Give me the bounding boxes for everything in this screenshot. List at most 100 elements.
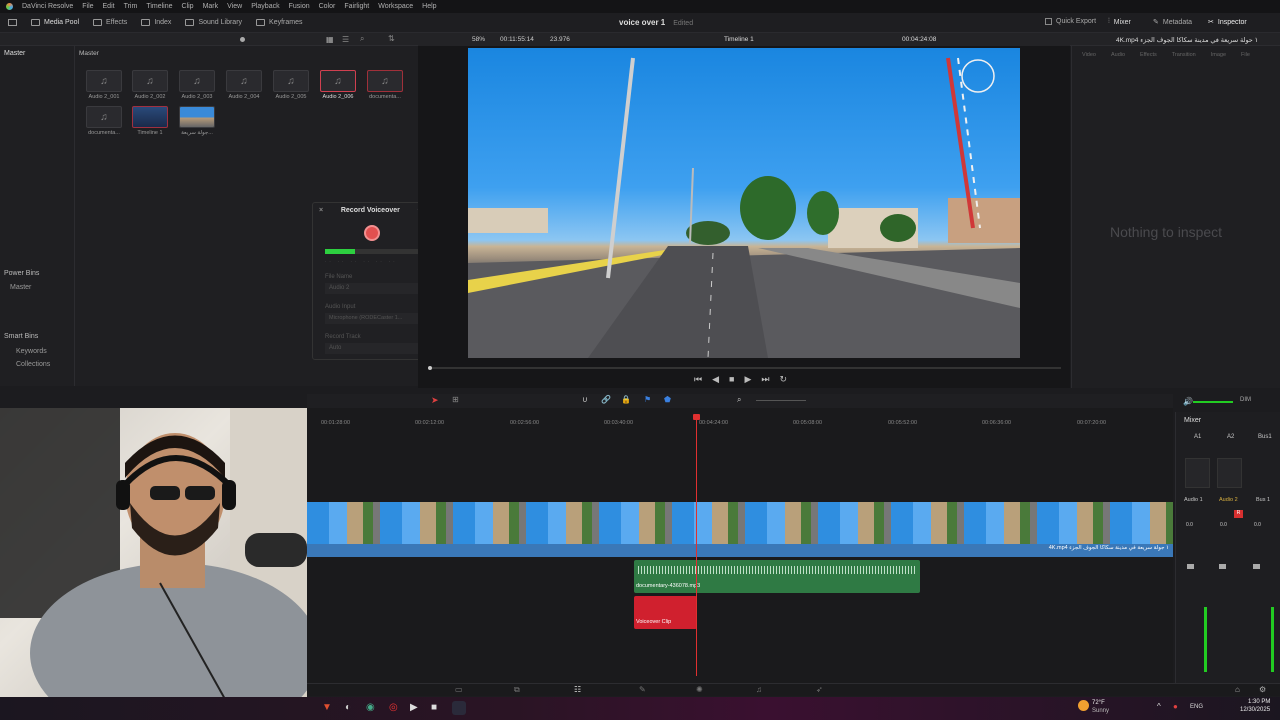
color-page-icon[interactable]: ✺: [696, 685, 703, 694]
zoom-level[interactable]: 58%: [472, 36, 485, 43]
clip-documentary-2[interactable]: ♫ documenta...: [86, 106, 122, 148]
marker-icon[interactable]: ⬟: [664, 395, 671, 404]
grid-view-icon[interactable]: ▦: [326, 35, 334, 44]
panel-toggle-icon[interactable]: [8, 19, 17, 26]
tab-video[interactable]: Video: [1082, 52, 1096, 58]
stop-icon[interactable]: ■: [729, 374, 744, 384]
obs-icon[interactable]: ◐: [345, 702, 351, 713]
brave-browser-icon[interactable]: ▼: [322, 702, 332, 713]
video-preview[interactable]: [468, 48, 1020, 358]
clock-date[interactable]: 12/30/2025: [1240, 707, 1270, 713]
loop-icon[interactable]: ↻: [780, 374, 798, 384]
clip-timeline-1[interactable]: Timeline 1: [132, 106, 168, 148]
playhead-handle[interactable]: [693, 414, 700, 420]
speaker-icon[interactable]: 🔊: [1183, 397, 1193, 406]
trim-tool-icon[interactable]: ⊞: [452, 395, 459, 404]
tab-file[interactable]: File: [1241, 52, 1250, 58]
playhead[interactable]: [696, 416, 697, 676]
menu-mark[interactable]: Mark: [203, 3, 219, 10]
clip-documentary-1[interactable]: ♫ documenta...: [367, 70, 403, 112]
media-pool-button[interactable]: Media Pool: [31, 13, 79, 33]
file-name-field[interactable]: Audio 2: [325, 283, 421, 294]
timeline-name[interactable]: Timeline 1: [724, 36, 754, 43]
list-view-icon[interactable]: ☰: [342, 35, 349, 44]
fader-a2[interactable]: [1219, 564, 1226, 569]
zoom-slider[interactable]: [756, 400, 806, 401]
step-back-icon[interactable]: ◀: [712, 374, 729, 384]
play-icon[interactable]: ▶: [744, 374, 761, 384]
deliver-page-icon[interactable]: ➶: [816, 685, 823, 694]
media-page-icon[interactable]: ▭: [455, 685, 463, 694]
viewer-scrubber[interactable]: [428, 367, 1061, 369]
eq-slot-a2[interactable]: [1217, 458, 1242, 488]
video-clip[interactable]: 4K.mp4 ١ جولة سريعة في مدينة سكاكا الجوف…: [307, 502, 1173, 557]
menu-edit[interactable]: Edit: [103, 3, 115, 10]
index-button[interactable]: Index: [141, 13, 171, 33]
clip-audio-006[interactable]: ♫ Audio 2_006: [320, 70, 356, 112]
metadata-button[interactable]: ✎ Metadata: [1153, 18, 1192, 27]
smart-bin-collections[interactable]: Collections: [12, 357, 54, 372]
edit-page-icon[interactable]: ☷: [574, 685, 581, 694]
menu-playback[interactable]: Playback: [251, 3, 279, 10]
sort-icon[interactable]: ⇅: [388, 34, 395, 43]
menu-color[interactable]: Color: [319, 3, 336, 10]
master-bin[interactable]: Master: [0, 46, 74, 61]
voiceover-clip[interactable]: Voiceover Clip: [634, 596, 697, 629]
tab-transition[interactable]: Transition: [1172, 52, 1196, 58]
microphone-icon[interactable]: ●: [1173, 702, 1178, 711]
linked-selection-icon[interactable]: 🔗: [601, 395, 611, 404]
clip-audio-005[interactable]: ♫ Audio 2_005: [273, 70, 309, 112]
thumbnail-size-slider[interactable]: [240, 37, 245, 42]
fairlight-page-icon[interactable]: ♫: [756, 685, 762, 694]
menu-trim[interactable]: Trim: [124, 3, 138, 10]
menu-workspace[interactable]: Workspace: [378, 3, 413, 10]
menu-fusion[interactable]: Fusion: [289, 3, 310, 10]
menu-help[interactable]: Help: [422, 3, 436, 10]
search-icon[interactable]: ⌕: [360, 34, 364, 44]
chrome-icon[interactable]: ◉: [366, 702, 375, 713]
clock-time[interactable]: 1:30 PM: [1248, 699, 1270, 705]
fader-a1[interactable]: [1187, 564, 1194, 569]
audio-clip-documentary[interactable]: documentary-436078.mp3: [634, 560, 920, 593]
menu-fairlight[interactable]: Fairlight: [344, 3, 369, 10]
clip-video[interactable]: جولة سريعة...: [179, 106, 215, 148]
record-track-select[interactable]: Auto: [325, 343, 421, 354]
zoom-icon[interactable]: ⌕: [737, 395, 741, 405]
audio-input-select[interactable]: Microphone (RODECaster 1...: [325, 313, 421, 324]
tab-effects[interactable]: Effects: [1140, 52, 1157, 58]
snapping-icon[interactable]: ∪: [582, 395, 588, 404]
tab-audio[interactable]: Audio: [1111, 52, 1125, 58]
monitor-volume-slider[interactable]: [1193, 401, 1233, 403]
close-icon[interactable]: ×: [319, 207, 323, 214]
scrubber-handle[interactable]: [428, 366, 432, 370]
keyframes-button[interactable]: Keyframes: [256, 13, 303, 33]
tab-image[interactable]: Image: [1211, 52, 1226, 58]
menu-timeline[interactable]: Timeline: [146, 3, 172, 10]
menu-file[interactable]: File: [82, 3, 93, 10]
davinci-taskbar-icon[interactable]: [452, 701, 466, 715]
media-player-icon[interactable]: ▶: [410, 702, 418, 713]
record-button[interactable]: [364, 225, 380, 241]
quick-export-button[interactable]: Quick Export: [1045, 18, 1096, 25]
capture-icon[interactable]: ■: [431, 702, 437, 713]
app-icon[interactable]: ◎: [389, 702, 398, 713]
eq-slot-a1[interactable]: [1185, 458, 1210, 488]
lock-icon[interactable]: 🔒: [621, 395, 631, 404]
selection-tool-icon[interactable]: ➤: [431, 395, 439, 406]
timeline-ruler[interactable]: 00:01:28:00 00:02:12:00 00:02:56:00 00:0…: [307, 416, 1173, 430]
mixer-button[interactable]: ⫶ Mixer: [1108, 18, 1131, 26]
jump-end-icon[interactable]: ⏭: [761, 374, 779, 384]
chevron-up-icon[interactable]: ^: [1157, 702, 1161, 711]
menu-clip[interactable]: Clip: [182, 3, 194, 10]
fusion-page-icon[interactable]: ✎: [639, 685, 646, 694]
fader-bus1[interactable]: [1253, 564, 1260, 569]
language-indicator[interactable]: ENG: [1190, 704, 1203, 710]
home-icon[interactable]: ⌂: [1235, 685, 1240, 694]
sound-library-button[interactable]: Sound Library: [185, 13, 242, 33]
effects-button[interactable]: Effects: [93, 13, 127, 33]
settings-gear-icon[interactable]: ⚙: [1259, 685, 1266, 694]
flag-icon[interactable]: ⚑: [644, 395, 651, 404]
jump-start-icon[interactable]: ⏮: [694, 374, 712, 384]
inspector-button[interactable]: ✂ Inspector: [1208, 18, 1247, 27]
record-arm-button[interactable]: R: [1234, 510, 1243, 518]
